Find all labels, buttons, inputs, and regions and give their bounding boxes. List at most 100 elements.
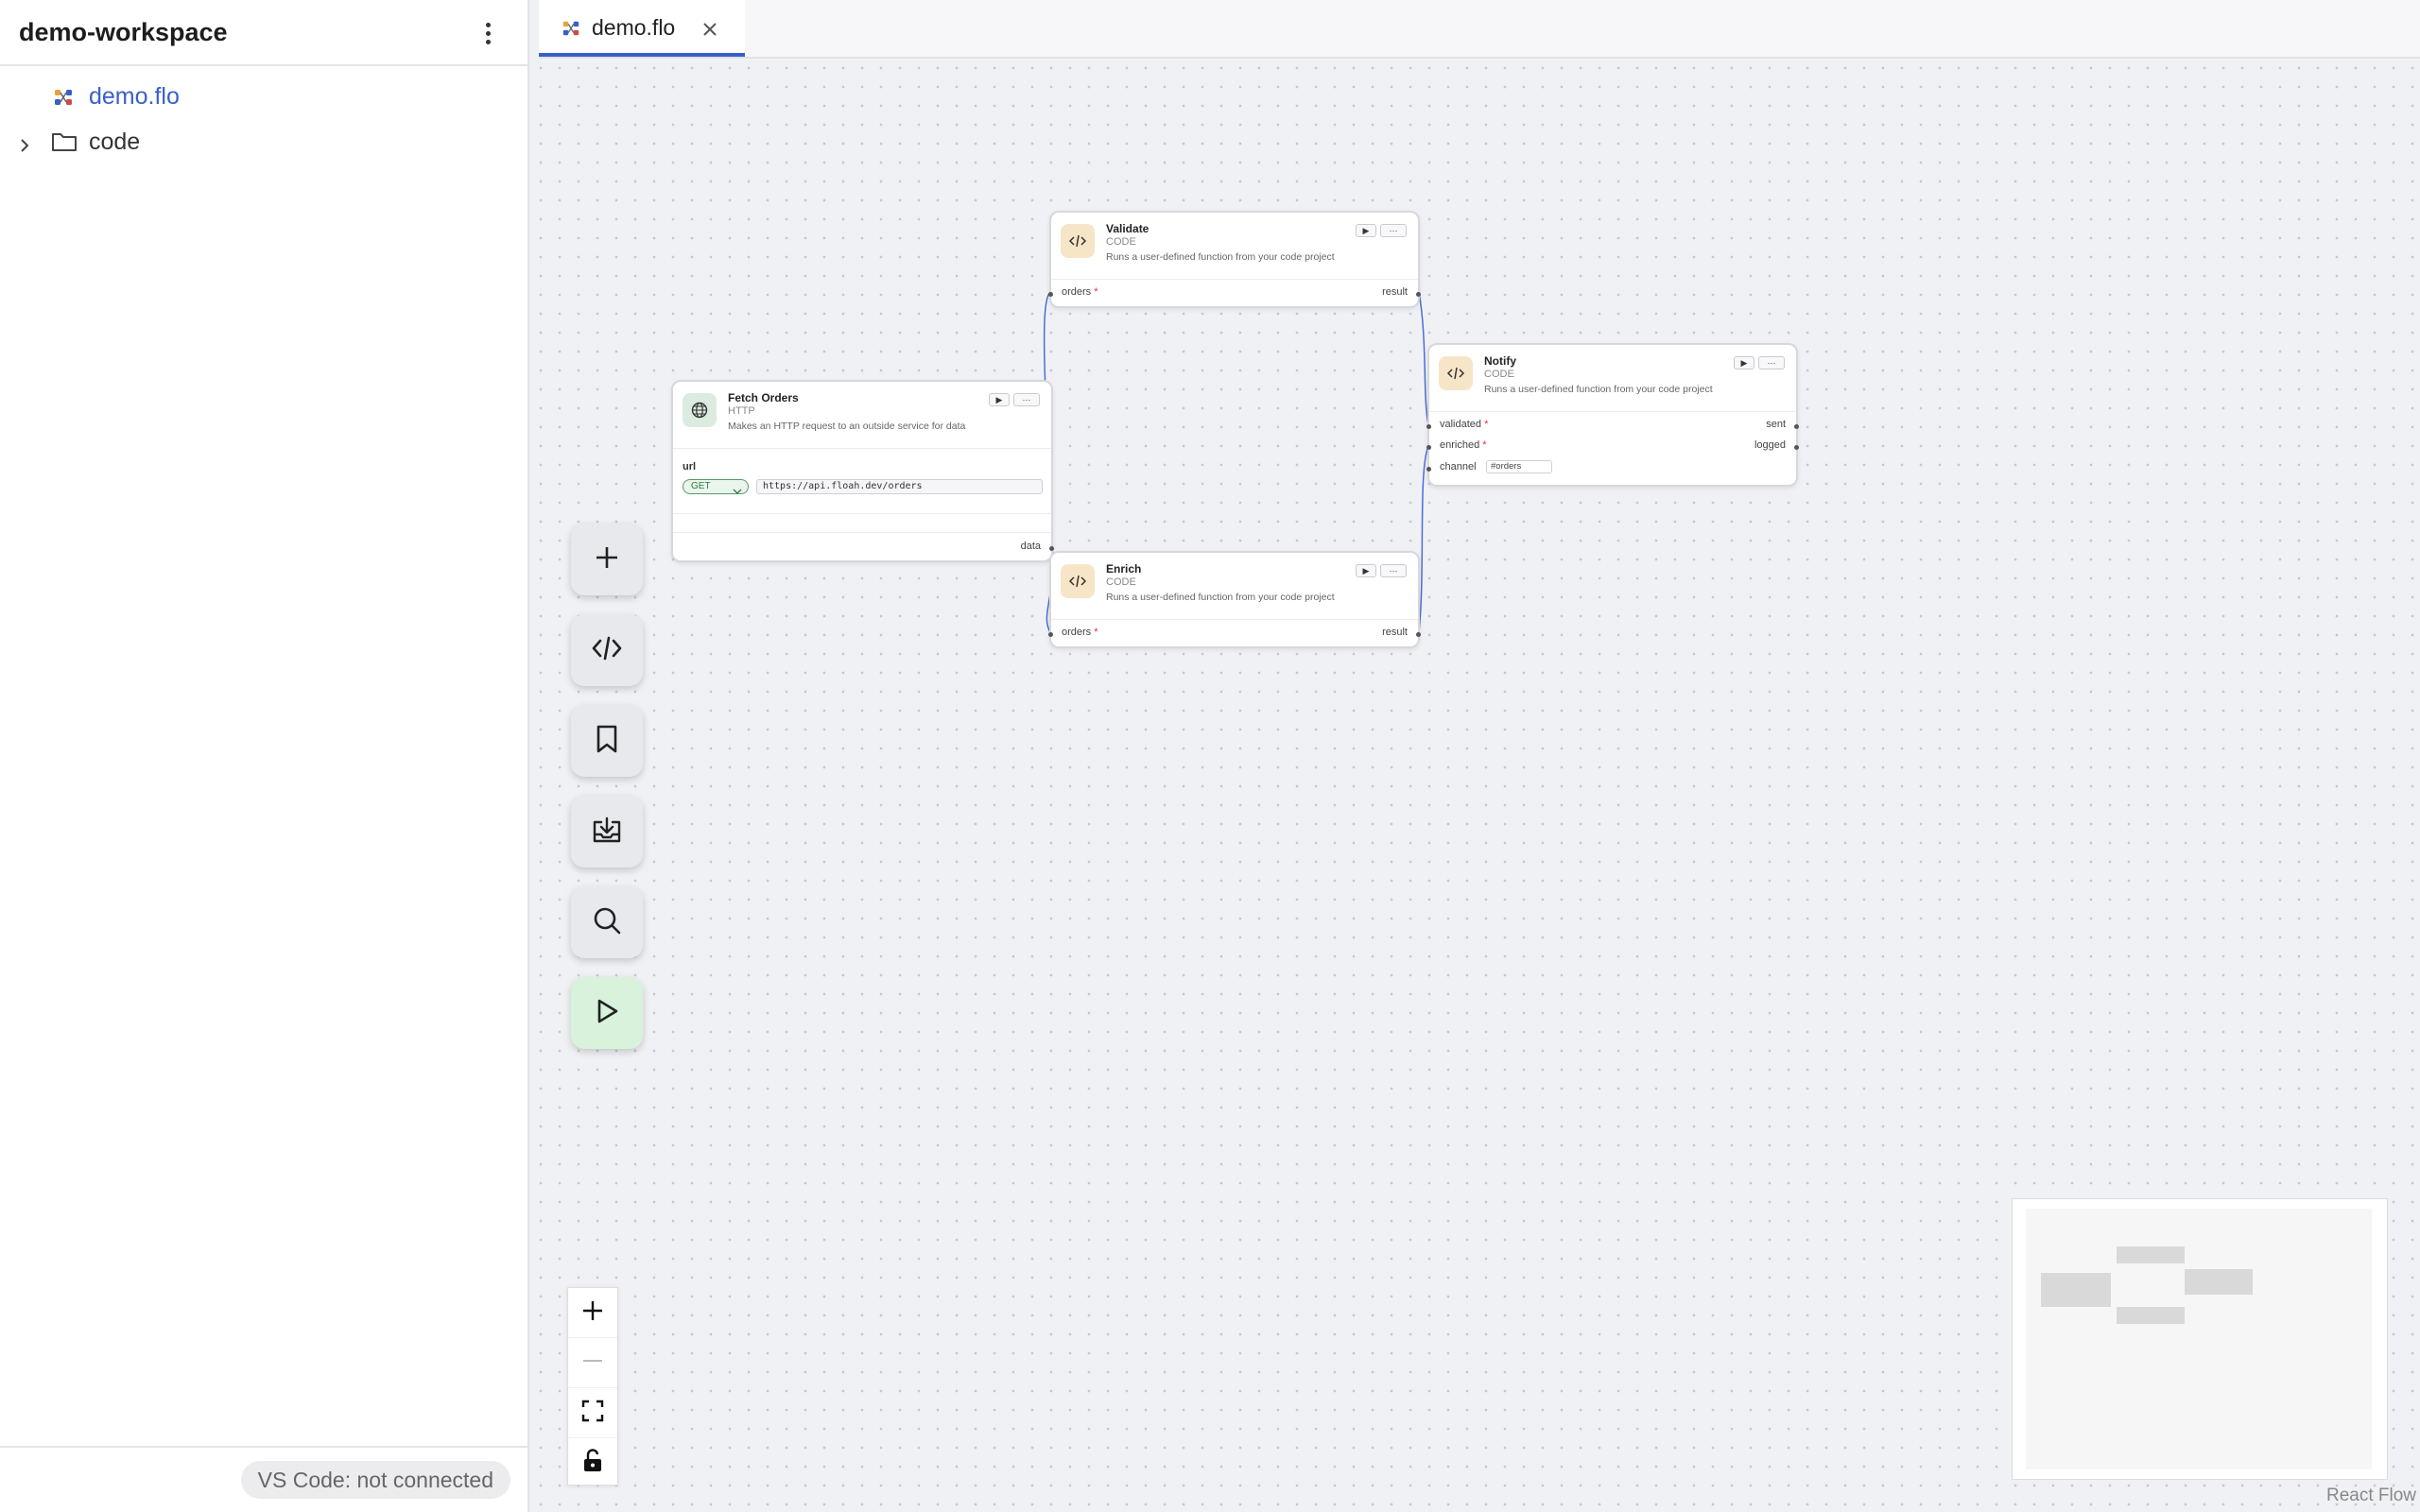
add-node-button[interactable] [571, 524, 643, 595]
sidebar: demo-workspace demo.flo code VS Code: no… [0, 0, 529, 1512]
chevron-right-icon[interactable] [17, 133, 32, 161]
zoom-out-icon [580, 1349, 605, 1378]
code-icon [1439, 356, 1473, 390]
minimap-node [2117, 1246, 2185, 1263]
minimap-viewport [2026, 1209, 2372, 1469]
fit-view-button[interactable] [568, 1388, 617, 1438]
run-node-button[interactable]: ▶ [1734, 356, 1754, 369]
node-validate[interactable]: Validate CODE Runs a user-defined functi… [1048, 211, 1421, 308]
sidebar-footer: VS Code: not connected [0, 1446, 527, 1512]
node-type: CODE [1106, 576, 1136, 588]
output-port-sent: sent [1766, 419, 1786, 430]
output-port-result: result [1382, 286, 1408, 298]
minimap-node [2185, 1269, 2253, 1295]
zoom-in-button[interactable] [568, 1288, 617, 1338]
code-icon [1061, 224, 1095, 258]
output-handle[interactable] [1794, 424, 1799, 429]
input-handle[interactable] [1426, 467, 1431, 472]
node-menu-button[interactable]: ··· [1380, 224, 1407, 237]
node-title: Notify [1484, 354, 1516, 368]
input-port-orders: orders * [1062, 627, 1098, 638]
input-port-orders: orders * [1062, 286, 1098, 298]
node-description: Runs a user-defined function from your c… [1106, 592, 1335, 603]
globe-icon [683, 393, 717, 427]
output-handle[interactable] [1416, 632, 1421, 637]
sidebar-item-demo-flo[interactable]: demo.flo [0, 76, 529, 117]
search-icon [592, 905, 622, 940]
method-value: GET [691, 481, 711, 491]
code-icon [591, 634, 623, 667]
minimap-node [2041, 1273, 2111, 1307]
method-select[interactable]: GET [683, 479, 749, 494]
input-port-enriched: enriched * [1440, 439, 1487, 451]
tab-label: demo.flo [592, 15, 676, 40]
node-notify[interactable]: Notify CODE Runs a user-defined function… [1426, 343, 1799, 487]
node-description: Makes an HTTP request to an outside serv… [728, 421, 966, 432]
node-menu-button[interactable]: ··· [1013, 393, 1040, 406]
close-icon[interactable] [701, 18, 718, 43]
minimap-node [2117, 1307, 2185, 1324]
output-port-result: result [1382, 627, 1408, 638]
node-type: CODE [1484, 369, 1514, 380]
zoom-out-button[interactable] [568, 1338, 617, 1388]
lock-button[interactable] [568, 1438, 617, 1487]
flow-icon [562, 18, 580, 43]
output-port-logged: logged [1754, 439, 1786, 451]
output-handle[interactable] [1049, 546, 1054, 551]
channel-input[interactable]: #orders [1486, 460, 1552, 473]
zoom-controls [567, 1287, 618, 1486]
node-title: Enrich [1106, 562, 1142, 576]
input-handle[interactable] [1048, 292, 1053, 297]
input-port-channel: channel [1440, 461, 1477, 472]
workspace-title: demo-workspace [19, 17, 228, 46]
node-title: Validate [1106, 222, 1150, 235]
code-button[interactable] [571, 614, 643, 686]
node-description: Runs a user-defined function from your c… [1484, 384, 1713, 395]
search-button[interactable] [571, 886, 643, 958]
status-badge: VS Code: not connected [240, 1461, 510, 1499]
flow-icon [53, 87, 74, 114]
node-fetch-orders[interactable]: Fetch Orders HTTP Makes an HTTP request … [671, 380, 1054, 562]
folder-icon [51, 130, 78, 160]
import-icon [591, 816, 623, 849]
node-type: CODE [1106, 236, 1136, 248]
node-title: Fetch Orders [728, 391, 799, 404]
input-handle[interactable] [1048, 632, 1053, 637]
output-port-data: data [1020, 541, 1041, 552]
bookmark-button[interactable] [571, 705, 643, 777]
tab-demo-flo[interactable]: demo.flo [539, 0, 745, 57]
zoom-in-icon [580, 1298, 605, 1328]
input-handle[interactable] [1426, 445, 1431, 450]
node-description: Runs a user-defined function from your c… [1106, 251, 1335, 263]
sidebar-item-label: code [89, 129, 141, 155]
minimap[interactable] [2012, 1198, 2388, 1480]
run-node-button[interactable]: ▶ [1356, 224, 1376, 237]
bookmark-icon [595, 724, 619, 759]
url-label: url [683, 461, 697, 472]
run-flow-button[interactable] [571, 977, 643, 1049]
tab-bar: demo.flo [539, 0, 2420, 59]
add-icon [593, 543, 621, 576]
sidebar-item-code[interactable]: code [0, 121, 529, 163]
react-flow-attribution[interactable]: React Flow [2326, 1486, 2416, 1506]
run-node-button[interactable]: ▶ [1356, 564, 1376, 577]
node-type: HTTP [728, 405, 755, 417]
output-handle[interactable] [1416, 292, 1421, 297]
more-options-icon[interactable] [476, 19, 499, 49]
chevron-down-icon [733, 483, 742, 500]
input-handle[interactable] [1426, 424, 1431, 429]
lock-icon [582, 1448, 603, 1478]
node-menu-button[interactable]: ··· [1380, 564, 1407, 577]
output-handle[interactable] [1794, 445, 1799, 450]
play-icon [594, 997, 620, 1030]
node-enrich[interactable]: Enrich CODE Runs a user-defined function… [1048, 551, 1421, 648]
import-button[interactable] [571, 796, 643, 868]
sidebar-item-label: demo.flo [89, 83, 180, 110]
code-icon [1061, 564, 1095, 598]
input-port-validated: validated * [1440, 419, 1489, 430]
fit-view-icon [580, 1399, 605, 1428]
run-node-button[interactable]: ▶ [989, 393, 1010, 406]
url-input[interactable]: https://api.floah.dev/orders [756, 479, 1043, 494]
sidebar-header: demo-workspace [0, 0, 527, 66]
node-menu-button[interactable]: ··· [1758, 356, 1785, 369]
